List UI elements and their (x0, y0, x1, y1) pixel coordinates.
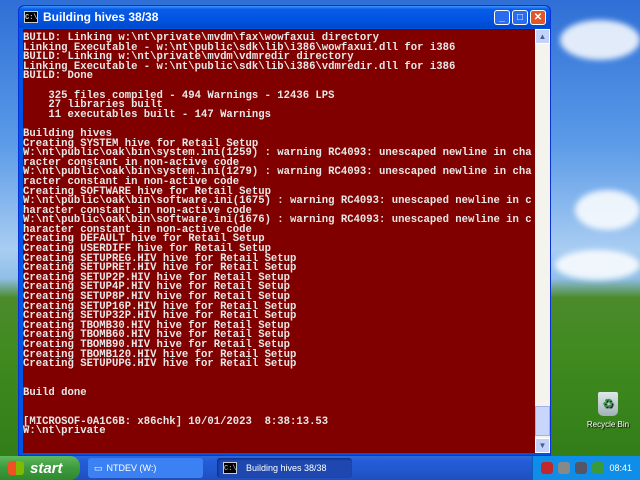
scroll-down-button[interactable]: ▼ (535, 438, 550, 453)
console-line: Creating SETUPUPG.HIV hive for Retail Se… (23, 358, 297, 371)
recycle-bin-icon: ♻ (598, 392, 618, 416)
console-line: Build done (23, 386, 87, 399)
clock[interactable]: 08:41 (609, 463, 632, 473)
console-line: BUILD: Done (23, 70, 93, 83)
update-icon[interactable] (592, 462, 605, 474)
console-window: C:\ Building hives 38/38 _ □ ✕ BUILD: Li… (18, 5, 551, 456)
scroll-up-button[interactable]: ▲ (535, 29, 550, 44)
console-line: W:\nt\private (23, 425, 106, 438)
maximize-button[interactable]: □ (512, 9, 528, 25)
console-line: _ (23, 444, 30, 453)
vertical-scrollbar[interactable]: ▲ ▼ (535, 29, 550, 453)
taskbar-item-ntdev[interactable]: ▭ NTDEV (W:) (88, 458, 203, 478)
window-title: Building hives 38/38 (43, 10, 159, 24)
task-label: Building hives 38/38 (246, 463, 327, 473)
title-bar[interactable]: C:\ Building hives 38/38 _ □ ✕ (19, 6, 550, 28)
minimize-button[interactable]: _ (494, 9, 510, 25)
system-tray: 08:41 (532, 456, 640, 480)
drive-icon: ▭ (94, 462, 103, 473)
console-output[interactable]: BUILD: Linking w:\nt\private\mvdm\fax\wo… (23, 29, 535, 453)
scroll-thumb[interactable] (535, 406, 550, 436)
console-line: Linking Executable - w:\nt\public\sdk\li… (23, 60, 456, 73)
start-label: start (30, 459, 63, 477)
task-label: NTDEV (W:) (106, 463, 157, 473)
start-button[interactable]: start (0, 456, 80, 480)
security-icon[interactable] (541, 462, 554, 474)
console-icon: C:\ (24, 11, 38, 23)
close-button[interactable]: ✕ (530, 9, 546, 25)
console-line: 11 executables built - 147 Warnings (23, 108, 271, 121)
vm-icon[interactable] (558, 462, 571, 474)
recycle-bin[interactable]: ♻ Recycle Bin (584, 392, 632, 429)
recycle-bin-label: Recycle Bin (586, 420, 630, 429)
windows-logo-icon (8, 461, 24, 475)
taskbar: start ▭ NTDEV (W:) C:\ Building hives 38… (0, 456, 640, 480)
network-icon[interactable] (575, 462, 588, 474)
taskbar-item-console[interactable]: C:\ Building hives 38/38 (217, 458, 352, 478)
console-icon: C:\ (223, 462, 237, 474)
